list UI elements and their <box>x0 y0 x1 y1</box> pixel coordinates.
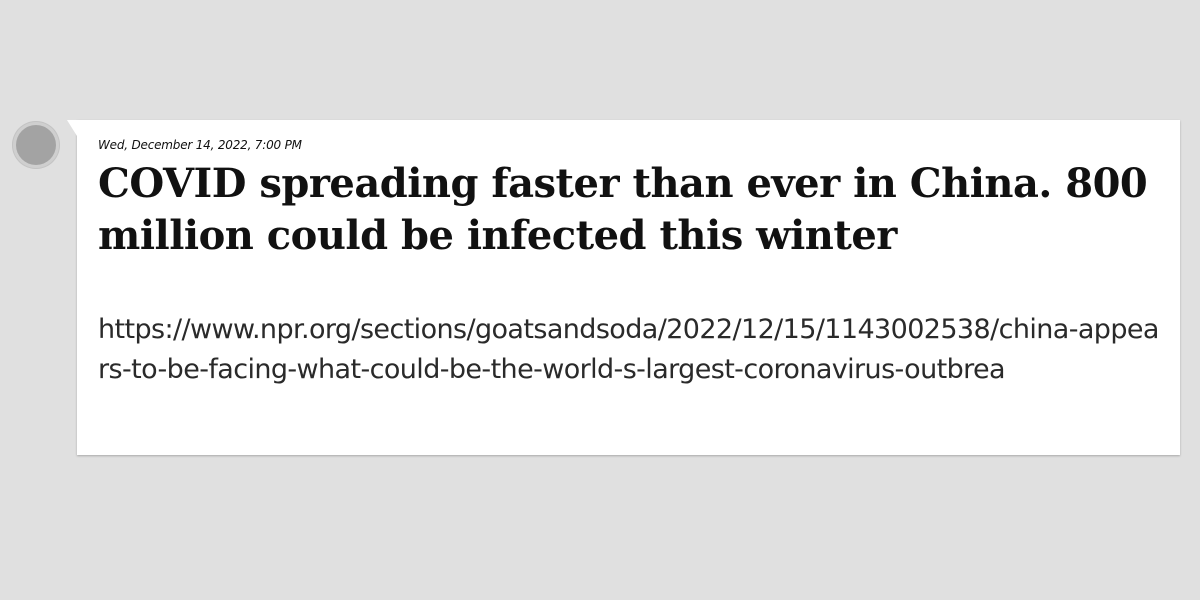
post-link[interactable]: https://www.npr.org/sections/goatsandsod… <box>98 310 1160 390</box>
post-headline: COVID spreading faster than ever in Chin… <box>98 160 1148 259</box>
card-pointer <box>67 120 77 136</box>
post-card: Wed, December 14, 2022, 7:00 PM COVID sp… <box>67 120 1180 455</box>
avatar-icon <box>16 125 56 165</box>
avatar[interactable] <box>12 121 60 169</box>
post-timestamp: Wed, December 14, 2022, 7:00 PM <box>98 138 302 152</box>
